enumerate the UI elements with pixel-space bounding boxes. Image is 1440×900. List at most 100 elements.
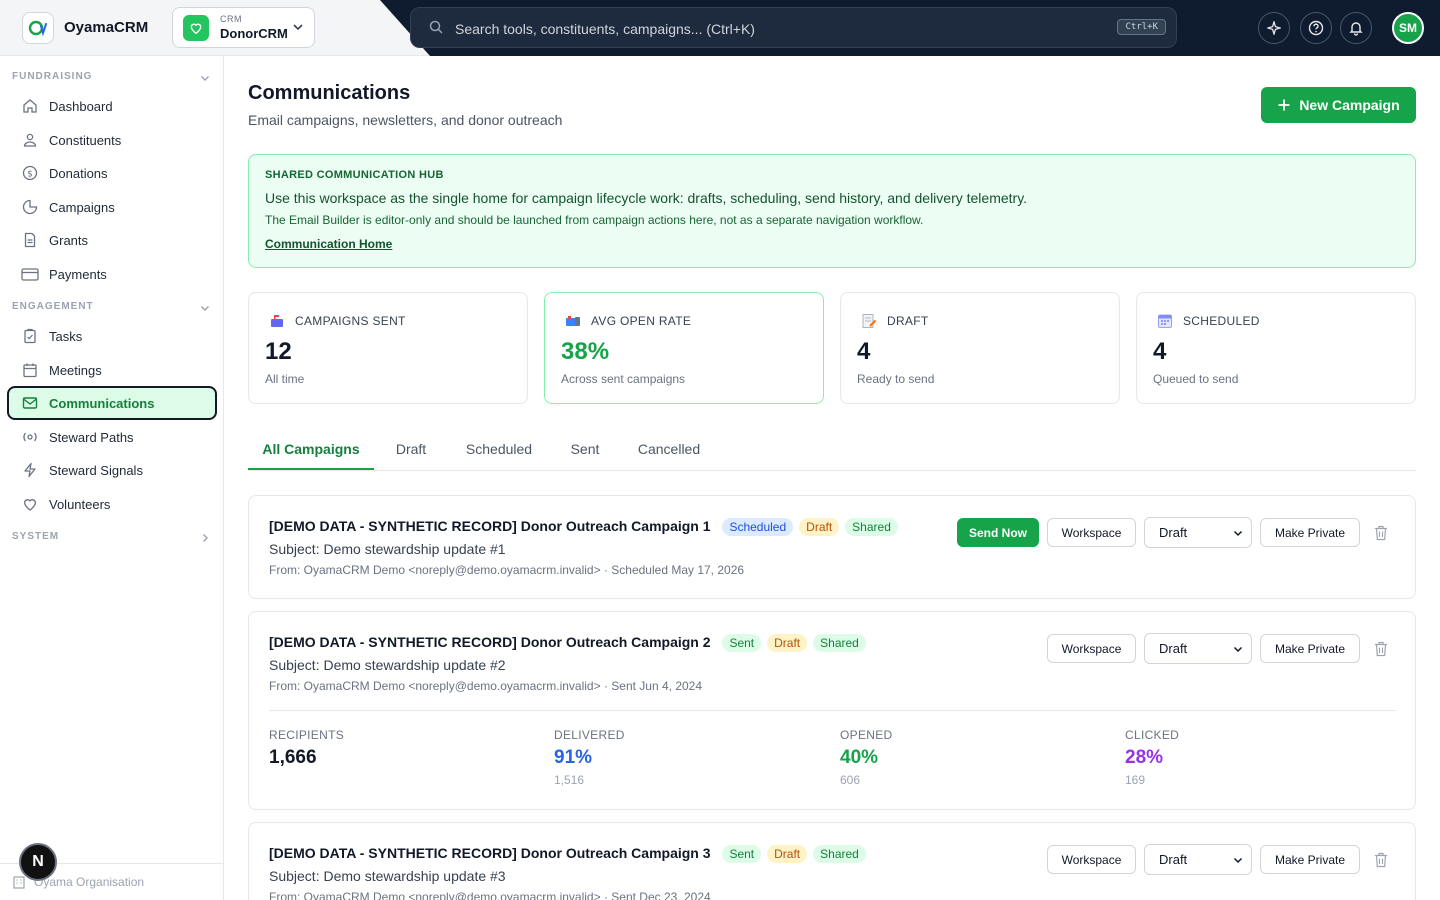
status-badge: Draft <box>767 634 808 653</box>
sidebar: FUNDRAISING Dashboard Constituents $ Don… <box>0 56 224 900</box>
campaign-subject: Subject: Demo stewardship update #1 <box>269 541 506 557</box>
tab-draft[interactable]: Draft <box>388 430 434 470</box>
metric-recipients: RECIPIENTS 1,666 <box>269 728 344 769</box>
campaign-subject: Subject: Demo stewardship update #2 <box>269 657 506 673</box>
status-badge: Shared <box>813 634 866 653</box>
tab-all-campaigns[interactable]: All Campaigns <box>248 430 374 470</box>
plus-icon <box>1278 99 1290 111</box>
trash-icon[interactable] <box>1374 525 1388 541</box>
sidebar-item-dashboard[interactable]: Dashboard <box>7 89 217 123</box>
sidebar-section-fundraising[interactable]: FUNDRAISING <box>12 71 212 87</box>
tab-cancelled[interactable]: Cancelled <box>630 430 708 470</box>
sidebar-item-label: Constituents <box>49 132 122 148</box>
status-select[interactable]: Draft <box>1144 517 1252 548</box>
status-badge: Sent <box>722 634 762 653</box>
chevron-down-icon <box>1233 646 1243 653</box>
campaign-card[interactable]: [DEMO DATA - SYNTHETIC RECORD] Donor Out… <box>248 822 1416 900</box>
campaign-title[interactable]: [DEMO DATA - SYNTHETIC RECORD] Donor Out… <box>269 634 866 653</box>
open-mailbox-icon <box>566 316 580 326</box>
metric-count: 169 <box>1125 773 1146 787</box>
sidebar-item-donations[interactable]: $ Donations <box>7 156 217 190</box>
campaign-subject: Subject: Demo stewardship update #3 <box>269 868 506 884</box>
chevron-down-icon <box>1233 530 1243 537</box>
sidebar-section-engagement[interactable]: ENGAGEMENT <box>12 301 212 317</box>
sidebar-item-meetings[interactable]: Meetings <box>7 353 217 387</box>
communication-home-link[interactable]: Communication Home <box>265 237 392 251</box>
sidebar-item-communications[interactable]: Communications <box>7 386 217 420</box>
sidebar-item-label: Dashboard <box>49 98 113 114</box>
sidebar-item-steward-signals[interactable]: Steward Signals <box>7 453 217 487</box>
notifications-button[interactable] <box>1340 12 1372 44</box>
tab-scheduled[interactable]: Scheduled <box>458 430 540 470</box>
make-private-button[interactable]: Make Private <box>1260 518 1360 547</box>
sidebar-item-tasks[interactable]: Tasks <box>7 319 217 353</box>
sidebar-item-label: Donations <box>49 165 108 181</box>
help-button[interactable] <box>1300 12 1332 44</box>
trash-icon[interactable] <box>1374 641 1388 657</box>
status-select[interactable]: Draft <box>1144 844 1252 875</box>
stat-label: DRAFT <box>887 314 929 328</box>
global-search[interactable]: Search tools, constituents, campaigns...… <box>410 7 1177 48</box>
campaign-title[interactable]: [DEMO DATA - SYNTHETIC RECORD] Donor Out… <box>269 518 898 537</box>
search-shortcut: Ctrl+K <box>1117 19 1166 35</box>
metric-value: 40% <box>840 747 879 768</box>
stat-card-avg-open-rate: AVG OPEN RATE 38% Across sent campaigns <box>544 292 824 404</box>
section-label: ENGAGEMENT <box>12 301 94 312</box>
sidebar-item-campaigns[interactable]: Campaigns <box>7 190 217 224</box>
make-private-button[interactable]: Make Private <box>1260 634 1360 663</box>
status-badge: Shared <box>845 518 898 537</box>
campaign-title-text: [DEMO DATA - SYNTHETIC RECORD] Donor Out… <box>269 634 711 650</box>
stat-label: CAMPAIGNS SENT <box>295 314 406 328</box>
memo-icon <box>862 314 877 328</box>
status-select[interactable]: Draft <box>1144 633 1252 664</box>
sidebar-item-steward-paths[interactable]: Steward Paths <box>7 420 217 454</box>
sidebar-item-volunteers[interactable]: Volunteers <box>7 487 217 521</box>
workspace-button[interactable]: Workspace <box>1047 634 1136 663</box>
dev-tools-badge[interactable]: N <box>19 843 57 881</box>
tab-sent[interactable]: Sent <box>564 430 606 470</box>
sidebar-section-system[interactable]: SYSTEM <box>12 531 212 547</box>
status-badge: Scheduled <box>722 518 794 537</box>
sidebar-item-label: Grants <box>49 232 89 248</box>
sidebar-item-constituents[interactable]: Constituents <box>7 123 217 157</box>
campaign-card[interactable]: [DEMO DATA - SYNTHETIC RECORD] Donor Out… <box>248 495 1416 599</box>
stat-label: SCHEDULED <box>1183 314 1260 328</box>
status-select-value: Draft <box>1159 525 1188 540</box>
app-name[interactable]: OyamaCRM <box>64 19 148 36</box>
campaign-title[interactable]: [DEMO DATA - SYNTHETIC RECORD] Donor Out… <box>269 845 866 864</box>
section-label: FUNDRAISING <box>12 71 93 82</box>
new-campaign-button[interactable]: New Campaign <box>1261 87 1416 123</box>
clipboard-icon <box>21 327 39 345</box>
user-avatar[interactable]: SM <box>1392 12 1424 44</box>
make-private-button[interactable]: Make Private <box>1260 845 1360 874</box>
hub-description: Use this workspace as the single home fo… <box>265 190 1028 206</box>
sidebar-item-label: Tasks <box>49 328 83 344</box>
sparkle-icon <box>1267 21 1281 35</box>
stat-value: 4 <box>857 338 871 365</box>
mail-icon <box>21 394 39 412</box>
campaign-from: From: OyamaCRM Demo <noreply@demo.oyamac… <box>269 890 711 900</box>
building-icon <box>13 876 25 889</box>
send-now-button[interactable]: Send Now <box>957 518 1039 547</box>
chevron-down-icon <box>293 24 303 31</box>
sidebar-item-grants[interactable]: Grants <box>7 223 217 257</box>
workspace-button[interactable]: Workspace <box>1047 845 1136 874</box>
stat-card-scheduled: SCHEDULED 4 Queued to send <box>1136 292 1416 404</box>
metric-opened: OPENED 40% 606 <box>840 728 892 787</box>
new-campaign-label: New Campaign <box>1299 97 1400 113</box>
workspace-button[interactable]: Workspace <box>1047 518 1136 547</box>
campaign-metrics: RECIPIENTS 1,666 DELIVERED 91% 1,516 OPE… <box>269 710 1396 810</box>
sidebar-item-payments[interactable]: Payments <box>7 257 217 291</box>
trash-icon[interactable] <box>1374 852 1388 868</box>
status-select-value: Draft <box>1159 852 1188 867</box>
campaign-card[interactable]: [DEMO DATA - SYNTHETIC RECORD] Donor Out… <box>248 611 1416 810</box>
status-badge: Draft <box>799 518 840 537</box>
search-icon <box>429 20 443 34</box>
app-logo[interactable] <box>22 12 54 44</box>
crm-switcher[interactable]: CRM DonorCRM <box>172 7 315 48</box>
metric-delivered: DELIVERED 91% 1,516 <box>554 728 625 787</box>
ai-sparkle-button[interactable] <box>1258 12 1290 44</box>
metric-label: RECIPIENTS <box>269 728 345 742</box>
stat-value: 38% <box>561 338 610 365</box>
stat-card-draft: DRAFT 4 Ready to send <box>840 292 1120 404</box>
